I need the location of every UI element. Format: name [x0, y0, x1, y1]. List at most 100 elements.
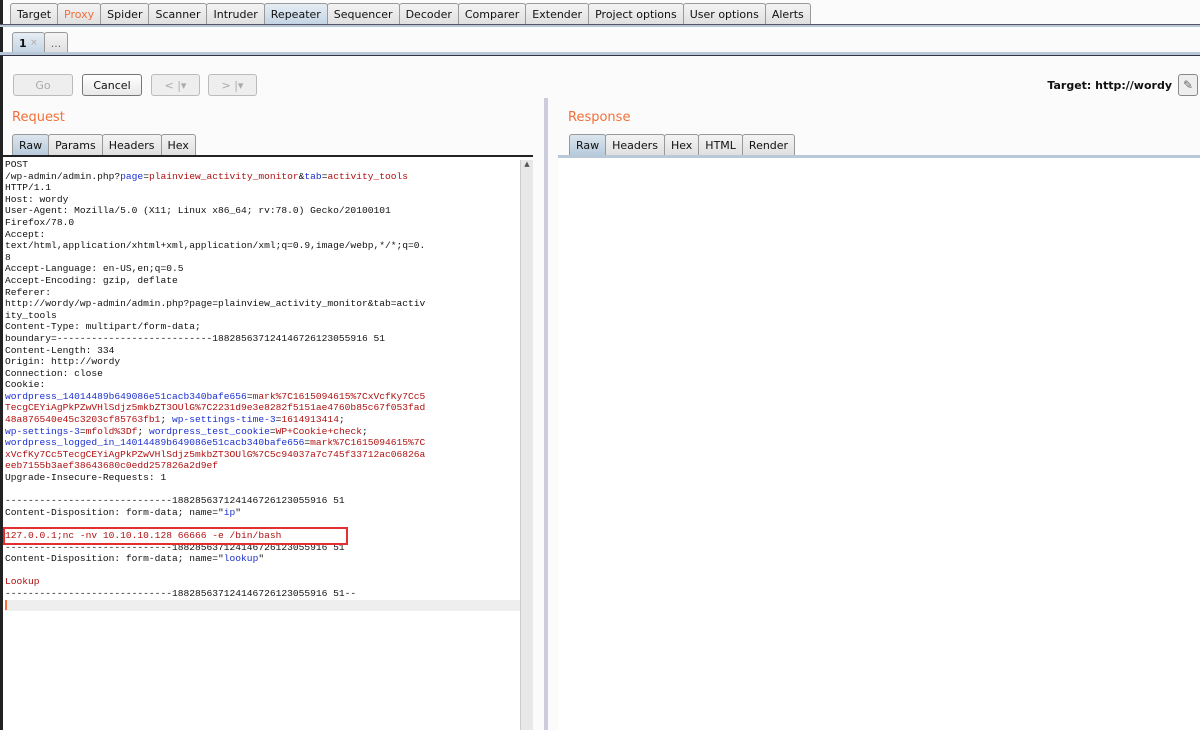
request-line: /wp-admin/admin.php?page=plainview_activ… [5, 171, 520, 183]
request-title: Request [12, 110, 65, 125]
tab-spider[interactable]: Spider [100, 3, 150, 24]
response-tab-render[interactable]: Render [741, 134, 796, 155]
tab-scanner[interactable]: Scanner [148, 3, 208, 24]
new-tab-button[interactable]: ... [43, 32, 69, 53]
request-line: -----------------------------18828563712… [5, 495, 520, 507]
tab-label: 1 [19, 36, 27, 50]
request-line: Content-Disposition: form-data; name="lo… [5, 553, 520, 565]
request-text: -----------------------------18828563712… [5, 495, 345, 507]
request-line: Upgrade-Insecure-Requests: 1 [5, 472, 520, 484]
request-text: eeb7155b3aef38643680c0edd257826a2d9ef [5, 460, 219, 472]
request-text: wordpress_14014489b649086e51cacb340bafe6… [5, 390, 247, 402]
request-line: Content-Type: multipart/form-data; [5, 321, 520, 333]
tab-repeater[interactable]: Repeater [263, 3, 328, 24]
tab-extender[interactable]: Extender [525, 3, 590, 24]
request-line: 8 [5, 252, 520, 264]
close-icon[interactable]: × [30, 38, 38, 48]
request-text: page [120, 170, 144, 182]
request-line: POST [5, 159, 520, 171]
request-line: 48a876540e45c3203cf85763fb1; wp-settings… [5, 414, 520, 426]
request-scrollbar[interactable]: ▲ [520, 160, 533, 730]
request-line: HTTP/1.1 [5, 182, 520, 194]
request-text: plainview_activity_monitor [148, 170, 299, 182]
request-text: Content-Type: multipart/form-data; [5, 321, 201, 333]
cancel-button[interactable]: Cancel [82, 74, 142, 96]
request-text: Origin: http://wordy [5, 356, 121, 368]
tab-project-options[interactable]: Project options [588, 3, 684, 24]
request-text: " [235, 506, 242, 518]
request-text: ity_tools [5, 309, 57, 321]
request-text: WP+Cookie+check [275, 425, 362, 437]
tab-comparer[interactable]: Comparer [457, 3, 527, 24]
request-tab-hex[interactable]: Hex [160, 134, 196, 155]
request-text: mark%7C1615094615%7C [310, 437, 426, 449]
request-text: ; [137, 425, 149, 437]
subtab-bar-divider [0, 52, 1200, 56]
request-line: Firefox/78.0 [5, 217, 520, 229]
request-line: text/html,application/xhtml+xml,applicat… [5, 240, 520, 252]
request-line: ity_tools [5, 310, 520, 322]
forward-button[interactable]: > |▾ [208, 74, 257, 96]
tab-alerts[interactable]: Alerts [764, 3, 811, 24]
response-tab-hex[interactable]: Hex [663, 134, 700, 155]
repeater-tab-1[interactable]: 1 × [12, 32, 45, 53]
request-text: Accept: [5, 228, 46, 240]
request-text: Lookup [5, 576, 40, 588]
request-tab-headers[interactable]: Headers [101, 134, 162, 155]
request-text: Cookie: [5, 379, 46, 391]
request-text: POST [5, 159, 29, 170]
response-viewer[interactable] [558, 158, 1200, 730]
request-line: Content-Disposition: form-data; name="ip… [5, 507, 520, 519]
tab-user-options[interactable]: User options [682, 3, 766, 24]
request-line: Content-Length: 334 [5, 345, 520, 357]
response-tab-raw[interactable]: Raw [569, 134, 607, 155]
tab-label: ... [50, 36, 62, 50]
request-line: Origin: http://wordy [5, 356, 520, 368]
request-tabs: Raw Params Headers Hex [12, 134, 196, 155]
request-text: Firefox/78.0 [5, 216, 75, 228]
request-line: User-Agent: Mozilla/5.0 (X11; Linux x86_… [5, 205, 520, 217]
highlight-box [3, 527, 348, 545]
request-text: HTTP/1.1 [5, 182, 52, 194]
tab-decoder[interactable]: Decoder [398, 3, 459, 24]
request-line: wordpress_14014489b649086e51cacb340bafe6… [5, 391, 520, 403]
request-text: Referer: [5, 286, 52, 298]
request-text: Content-Disposition: form-data; name=" [5, 553, 224, 565]
request-line: -----------------------------18828563712… [5, 588, 520, 600]
response-tab-html[interactable]: HTML [698, 134, 743, 155]
request-text: ip [223, 506, 236, 518]
request-text: lookup [223, 553, 259, 565]
request-text: /wp-admin/admin.php? [5, 170, 121, 182]
response-tab-headers[interactable]: Headers [605, 134, 665, 155]
request-editor[interactable]: POST/wp-admin/admin.php?page=plainview_a… [3, 157, 520, 730]
main-tabs: Target Proxy Spider Scanner Intruder Repeater… [10, 3, 811, 24]
go-button[interactable]: Go [13, 74, 73, 96]
text-cursor[interactable] [5, 599, 520, 612]
request-text: http://wordy/wp-admin/admin.php?page=pla… [5, 298, 426, 310]
back-button[interactable]: < |▾ [151, 74, 200, 96]
request-tab-params[interactable]: Params [48, 134, 103, 155]
request-tab-raw[interactable]: Raw [12, 134, 50, 155]
request-text: activity_tools [327, 170, 409, 182]
tab-proxy[interactable]: Proxy [57, 3, 102, 24]
request-line: eeb7155b3aef38643680c0edd257826a2d9ef [5, 460, 520, 472]
request-line: Lookup [5, 576, 520, 588]
pencil-icon[interactable]: ✎ [1178, 74, 1198, 96]
request-line: Referer: [5, 287, 520, 299]
repeater-tabs: 1 × ... [12, 32, 69, 53]
request-line [5, 484, 520, 496]
tab-intruder[interactable]: Intruder [206, 3, 265, 24]
tab-target[interactable]: Target [10, 3, 59, 24]
request-line: Accept-Encoding: gzip, deflate [5, 275, 520, 287]
request-text: " [258, 553, 265, 565]
request-line: wordpress_logged_in_14014489b649086e51ca… [5, 437, 520, 449]
pane-splitter[interactable] [544, 98, 548, 730]
tab-sequencer[interactable]: Sequencer [326, 3, 400, 24]
request-text: 48a876540e45c3203cf85763fb1 [5, 414, 161, 426]
response-title: Response [568, 110, 631, 125]
request-text: ; [160, 414, 172, 426]
request-line: Accept: [5, 229, 520, 241]
request-text: -----------------------------18828563712… [5, 587, 357, 599]
request-line: Accept-Language: en-US,en;q=0.5 [5, 263, 520, 275]
request-text: User-Agent: Mozilla/5.0 (X11; Linux x86_… [5, 205, 391, 217]
